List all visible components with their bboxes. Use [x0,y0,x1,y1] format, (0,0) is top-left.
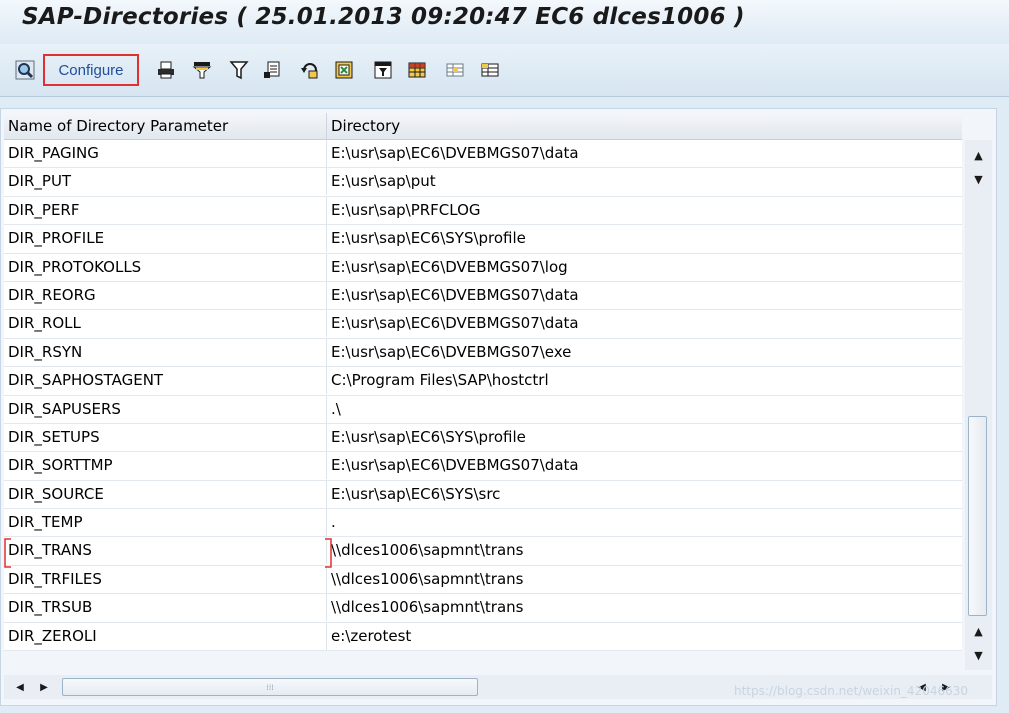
cell-directory: E:\usr\sap\EC6\DVEBMGS07\data [331,285,579,304]
application-toolbar: Configure [0,44,1009,97]
cell-directory: .\ [331,399,341,418]
table-body: DIR_PAGING E:\usr\sap\EC6\DVEBMGS07\data D… [4,140,962,652]
sort-icon[interactable] [192,60,212,80]
cell-directory: \\dlces1006\sapmnt\trans [331,569,524,588]
refresh-icon[interactable] [300,60,320,80]
cell-directory: E:\usr\sap\EC6\SYS\src [331,484,501,503]
column-header-directory[interactable]: Directory [327,113,962,139]
cell-parameter-name: DIR_REORG [4,281,327,309]
table-row[interactable]: DIR_SAPHOSTAGENT C:\Program Files\SAP\hos… [4,367,962,396]
word-processing-icon[interactable] [373,60,393,80]
table-row[interactable]: DIR_SETUPS E:\usr\sap\EC6\SYS\profile [4,423,962,453]
cell-parameter-name: DIR_TRANS [4,537,327,565]
table-row[interactable]: DIR_SORTTMP E:\usr\sap\EC6\DVEBMGS07\data [4,452,962,481]
cell-parameter-name: DIR_SETUPS [4,423,327,451]
title-bar: SAP-Directories ( 25.01.2013 09:20:47 EC… [0,0,1009,40]
table-row[interactable]: DIR_TRANS \\dlces1006\sapmnt\trans [4,537,962,566]
filter-icon[interactable] [229,60,249,80]
cell-parameter-name: DIR_TRFILES [4,565,327,593]
cell-directory: C:\Program Files\SAP\hostctrl [331,371,549,390]
print-icon[interactable] [156,60,176,80]
details-icon[interactable] [15,60,35,80]
table-row[interactable]: DIR_PUT E:\usr\sap\put [4,168,962,197]
table-row[interactable]: DIR_PROTOKOLLS E:\usr\sap\EC6\DVEBMGS07\l… [4,253,962,282]
scroll-right-arrow-icon[interactable]: ▶ [34,675,54,699]
cell-directory: E:\usr\sap\EC6\SYS\profile [331,427,526,446]
table-row[interactable]: DIR_SOURCE E:\usr\sap\EC6\SYS\src [4,480,962,510]
scroll-up-arrow-icon[interactable]: ▲ [965,144,992,166]
scroll-page-down-arrow-icon[interactable]: ▼ [965,644,992,666]
cell-parameter-name: DIR_SAPHOSTAGENT [4,367,327,395]
cell-directory: \\dlces1006\sapmnt\trans [331,541,524,560]
change-layout-icon[interactable] [445,60,465,80]
cell-parameter-name: DIR_PERF [4,196,327,224]
table-row[interactable]: DIR_REORG E:\usr\sap\EC6\DVEBMGS07\data [4,281,962,311]
select-layout-icon[interactable] [480,60,500,80]
cell-directory: e:\zerotest [331,626,412,645]
cell-directory: E:\usr\sap\EC6\DVEBMGS07\exe [331,342,572,361]
alv-grid-panel: Name of Directory Parameter Directory DI… [0,108,997,706]
cell-parameter-name: DIR_ZEROLI [4,622,327,650]
cell-parameter-name: DIR_PROTOKOLLS [4,253,327,281]
vertical-scrollbar[interactable]: ▲ ▼ ▲ ▼ [965,140,992,670]
cell-directory: E:\usr\sap\EC6\DVEBMGS07\data [331,456,579,475]
cell-parameter-name: DIR_PROFILE [4,225,327,253]
cell-parameter-name: DIR_TRSUB [4,594,327,622]
scroll-down-arrow-icon[interactable]: ▼ [965,168,992,190]
table-row[interactable]: DIR_RSYN E:\usr\sap\EC6\DVEBMGS07\exe [4,338,962,368]
cell-parameter-name: DIR_SOURCE [4,480,327,508]
cell-directory: E:\usr\sap\EC6\SYS\profile [331,229,526,248]
table-row[interactable]: DIR_TRFILES \\dlces1006\sapmnt\trans [4,565,962,595]
table-row[interactable]: DIR_SAPUSERS .\ [4,395,962,424]
table-row[interactable]: DIR_PROFILE E:\usr\sap\EC6\SYS\profile [4,225,962,254]
table-row[interactable]: DIR_TRSUB \\dlces1006\sapmnt\trans [4,594,962,623]
column-header-parameter[interactable]: Name of Directory Parameter [4,113,327,139]
table-row[interactable]: DIR_TEMP. [4,509,962,538]
scroll-left-arrow-icon[interactable]: ◀ [10,675,30,699]
vertical-scroll-thumb[interactable] [968,416,987,616]
watermark: https://blog.csdn.net/weixin_42046630 [734,684,969,698]
spreadsheet-icon[interactable] [334,60,354,80]
cell-parameter-name: DIR_SORTTMP [4,452,327,480]
table-row[interactable]: DIR_PERF E:\usr\sap\PRFCLOG [4,196,962,226]
cell-directory: \\dlces1006\sapmnt\trans [331,598,524,617]
cell-directory: E:\usr\sap\put [331,172,436,191]
cell-directory: E:\usr\sap\PRFCLOG [331,200,481,219]
configure-button[interactable]: Configure [43,54,139,86]
table-row[interactable]: DIR_PAGING E:\usr\sap\EC6\DVEBMGS07\data [4,140,962,169]
cell-parameter-name: DIR_RSYN [4,338,327,366]
cell-parameter-name: DIR_PUT [4,168,327,196]
table-header: Name of Directory Parameter Directory [4,113,962,140]
table-row[interactable]: DIR_ZEROLI e:\zerotest [4,622,962,652]
horizontal-scroll-thumb[interactable]: ⁞⁞⁞ [62,678,478,696]
cell-parameter-name: DIR_TEMP [4,509,327,537]
cell-directory: E:\usr\sap\EC6\DVEBMGS07\log [331,257,568,276]
layout-icon[interactable] [407,60,427,80]
table-row[interactable]: DIR_ROLL E:\usr\sap\EC6\DVEBMGS07\data [4,310,962,339]
scroll-page-up-arrow-icon[interactable]: ▲ [965,620,992,642]
cell-directory: E:\usr\sap\EC6\DVEBMGS07\data [331,314,579,333]
export-icon[interactable] [262,60,282,80]
cell-parameter-name: DIR_SAPUSERS [4,395,327,423]
cell-parameter-name: DIR_PAGING [4,140,327,167]
cell-parameter-name: DIR_ROLL [4,310,327,338]
cell-directory: . [331,513,336,532]
cell-directory: E:\usr\sap\EC6\DVEBMGS07\data [331,144,579,162]
window-title: SAP-Directories ( 25.01.2013 09:20:47 EC… [22,4,745,30]
